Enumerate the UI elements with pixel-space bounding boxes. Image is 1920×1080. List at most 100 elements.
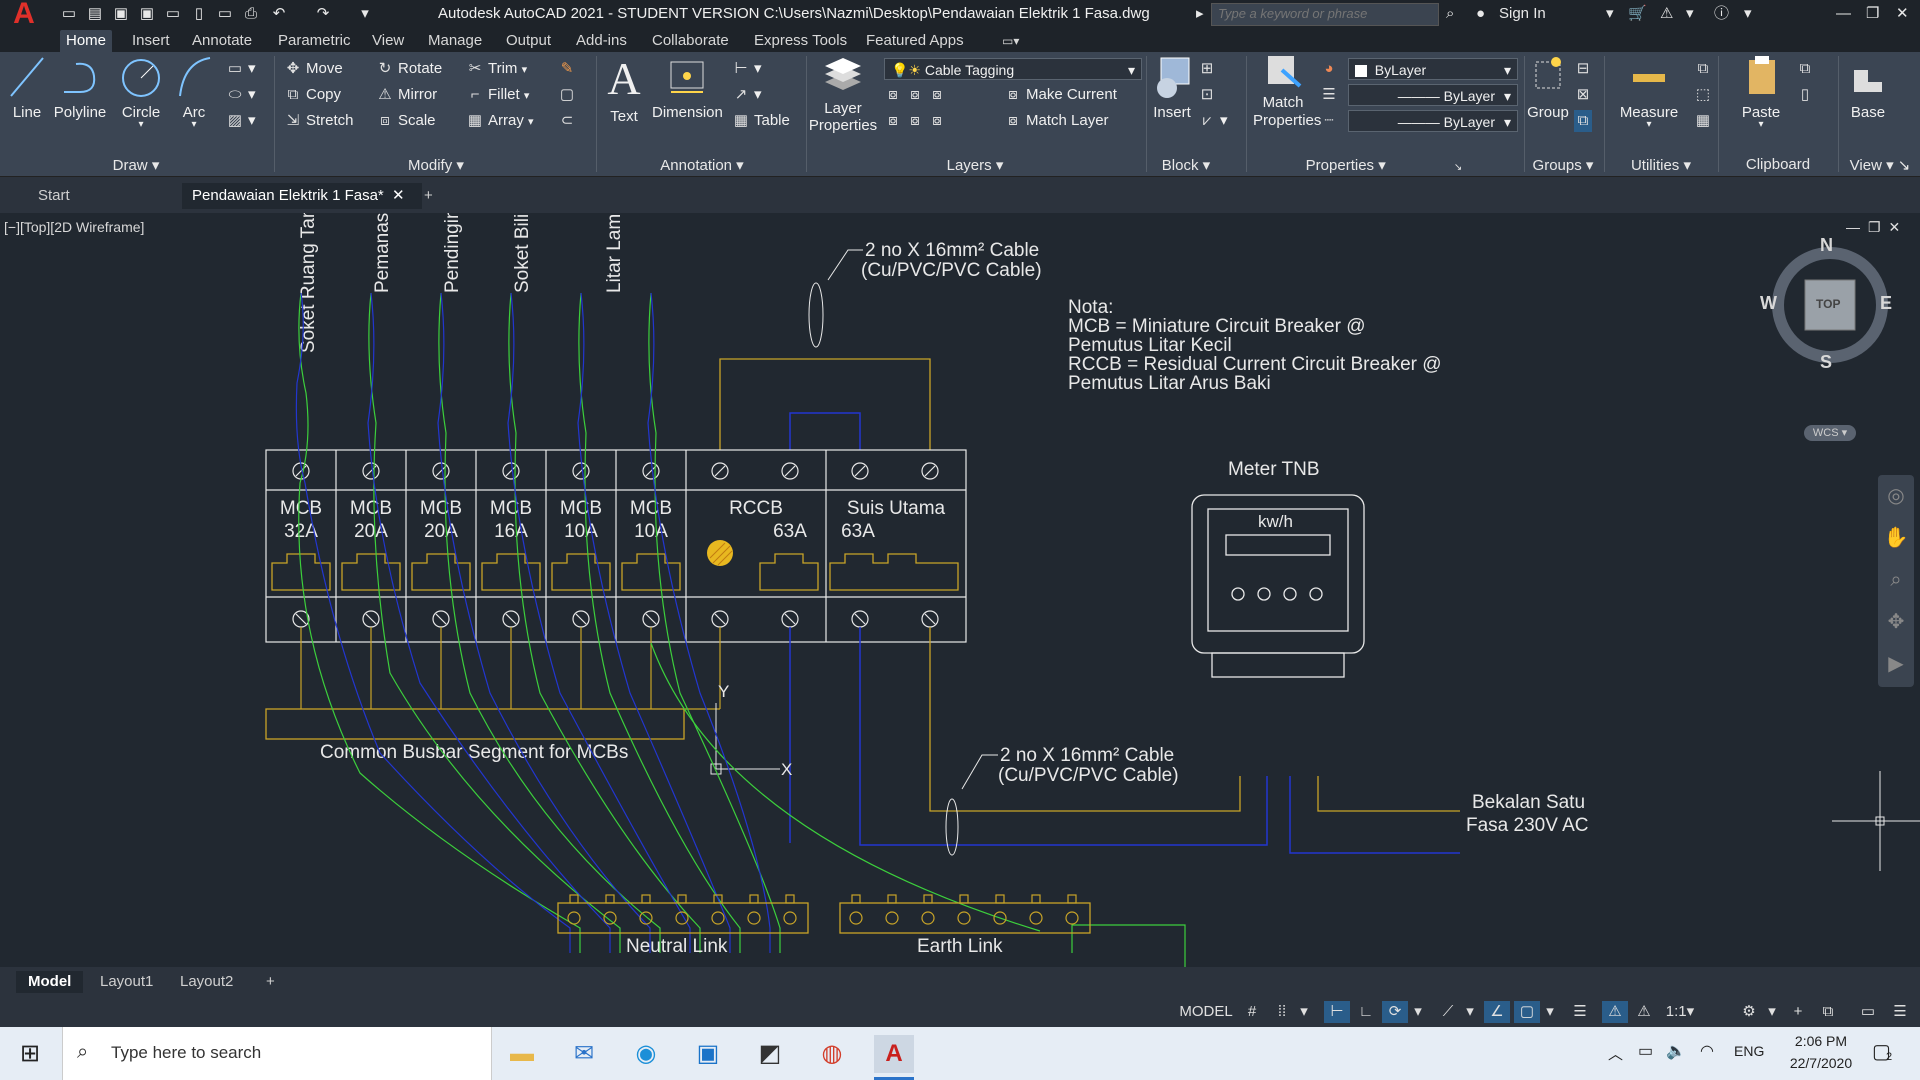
arc-dropdown-icon[interactable]: ▾ <box>172 120 216 130</box>
polar-dropdown-icon[interactable]: ▾ <box>1410 1001 1426 1023</box>
help-icon[interactable]: ⓘ <box>1714 3 1729 25</box>
compass-east[interactable]: E <box>1880 293 1892 314</box>
model-space-toggle[interactable]: MODEL <box>1178 1001 1234 1023</box>
group-edit-icon[interactable]: ⊠ <box>1574 84 1596 106</box>
snap-icon[interactable]: ⁞⁞ <box>1270 1001 1294 1023</box>
battery-icon[interactable]: ▭ <box>1638 1041 1653 1061</box>
keyword-search[interactable] <box>1211 3 1439 26</box>
color-dropdown[interactable]: ByLayer ▾ <box>1348 58 1518 80</box>
sign-in-dropdown-icon[interactable]: ▾ <box>1606 3 1614 25</box>
polyline-button[interactable]: Polyline <box>52 52 108 121</box>
share-icon[interactable]: ▯ <box>188 4 210 24</box>
lineweight-dropdown[interactable]: ——— ByLayer ▾ <box>1348 110 1518 132</box>
open-folder-icon[interactable]: ▤ <box>84 4 106 24</box>
viewcube-top-face[interactable]: TOP <box>1816 297 1840 311</box>
units-icon[interactable]: ⧉ <box>1816 1001 1840 1023</box>
polar-tracking-icon[interactable]: ⟳ <box>1382 1001 1408 1023</box>
create-block-icon[interactable]: ⊞ <box>1198 58 1220 80</box>
input-language[interactable]: ENG <box>1734 1043 1764 1059</box>
windows-start-icon[interactable]: ⊞ <box>10 1035 50 1073</box>
object-snap-dropdown-icon[interactable]: ▾ <box>1542 1001 1558 1023</box>
tab-featured-apps[interactable]: Featured Apps <box>860 30 970 52</box>
copy-button[interactable]: ⧉ Copy <box>284 84 341 106</box>
circle-button[interactable]: Circle ▾ <box>116 52 166 130</box>
select-all-icon[interactable]: ⬚ <box>1694 84 1716 106</box>
new-tab-icon[interactable]: + <box>414 183 443 209</box>
taskbar-search[interactable]: ⌕ Type here to search <box>62 1027 492 1080</box>
quick-select-icon[interactable]: ⧉ <box>1694 58 1716 80</box>
clean-screen-icon[interactable]: ▭ <box>1856 1001 1880 1023</box>
redo-icon[interactable]: ↷ <box>312 4 334 24</box>
clipboard-panel-title[interactable]: Clipboard <box>1720 156 1836 174</box>
insert-block-button[interactable]: Insert <box>1150 52 1194 121</box>
paste-dropdown-icon[interactable]: ▾ <box>1738 120 1784 130</box>
customize-quick-access-icon[interactable]: ▾ <box>354 4 376 24</box>
zoom-icon[interactable]: ⌕ <box>1878 559 1914 601</box>
compass-north[interactable]: N <box>1820 235 1833 256</box>
tab-parametric[interactable]: Parametric <box>272 30 357 52</box>
publish-icon[interactable]: ▭ <box>162 4 184 24</box>
line-button[interactable]: Line <box>6 52 48 121</box>
move-button[interactable]: ✥ Move <box>284 58 343 80</box>
layer-properties-button[interactable]: Layer Properties <box>808 52 878 134</box>
object-snap-tracking-icon[interactable]: ∠ <box>1484 1001 1510 1023</box>
ellipse-icon[interactable]: ⬭ ▾ <box>226 84 256 106</box>
annotation-scale[interactable]: 1:1▾ <box>1660 1001 1700 1023</box>
table-button[interactable]: ▦ Table <box>732 110 790 132</box>
undo-icon[interactable]: ↶ <box>268 4 290 24</box>
fillet-button[interactable]: ⌐ Fillet ▾ <box>466 84 530 106</box>
save-as-icon[interactable]: ▣ <box>136 4 158 24</box>
snap-dropdown-icon[interactable]: ▾ <box>1296 1001 1312 1023</box>
tab-add-ins[interactable]: Add-ins <box>570 30 633 52</box>
isodraft-dropdown-icon[interactable]: ▾ <box>1462 1001 1478 1023</box>
new-file-icon[interactable]: ▭ <box>58 4 80 24</box>
close-window-icon[interactable]: ✕ <box>1896 3 1909 25</box>
tab-collaborate[interactable]: Collaborate <box>646 30 735 52</box>
explode-icon[interactable]: ▢ <box>558 84 580 106</box>
offset-icon[interactable]: ⊂ <box>558 110 580 132</box>
compass-south[interactable]: S <box>1820 352 1832 373</box>
sign-in-link[interactable]: Sign In <box>1499 3 1546 25</box>
calculator-icon[interactable]: ▦ <box>1694 110 1716 132</box>
autoscale-icon[interactable]: ⚠ <box>1632 1001 1656 1023</box>
ribbon-minimize-icon[interactable]: ▭▾ <box>996 30 1025 52</box>
match-properties-button[interactable]: Match Properties <box>1250 52 1321 130</box>
match-layer-button[interactable]: ⧇ Match Layer <box>1004 110 1108 132</box>
file-explorer-icon[interactable]: ▬ <box>502 1035 542 1073</box>
edit-block-icon[interactable]: ⊡ <box>1198 84 1220 106</box>
draw-panel-title[interactable]: Draw ▾ <box>0 156 272 174</box>
search-icon[interactable]: ⌕ <box>1446 3 1454 25</box>
paste-button[interactable]: Paste ▾ <box>1738 52 1784 130</box>
help-dropdown-icon[interactable]: ▾ <box>1744 3 1752 25</box>
measure-dropdown-icon[interactable]: ▾ <box>1614 120 1684 130</box>
tab-output[interactable]: Output <box>500 30 557 52</box>
isodraft-icon[interactable]: ⟋ <box>1436 1001 1460 1023</box>
rotate-button[interactable]: ↻ Rotate <box>376 58 443 80</box>
erase-icon[interactable]: ✎ <box>558 58 580 80</box>
orbit-icon[interactable]: ✥ <box>1878 601 1914 643</box>
drawing-tab[interactable]: Pendawaian Elektrik 1 Fasa* ✕ <box>182 183 422 209</box>
close-tab-icon[interactable]: ✕ <box>392 187 405 204</box>
linetype-dropdown[interactable]: ——— ByLayer ▾ <box>1348 84 1518 106</box>
arc-button[interactable]: Arc ▾ <box>172 52 216 130</box>
layer-dropdown[interactable]: 💡☀ Cable Tagging ▾ <box>884 58 1142 80</box>
grid-icon[interactable]: # <box>1240 1001 1264 1023</box>
scale-button[interactable]: ⧈ Scale <box>376 110 435 132</box>
tab-home[interactable]: Home <box>60 30 113 52</box>
annotation-visibility-icon[interactable]: ⚠ <box>1602 1001 1628 1023</box>
group-button[interactable]: Group <box>1526 52 1570 121</box>
lineweight-toggle-icon[interactable]: ☰ <box>1568 1001 1592 1023</box>
layout2-tab[interactable]: Layout2 <box>168 971 245 993</box>
edge-browser-icon[interactable]: ◉ <box>626 1035 666 1073</box>
object-snap-icon[interactable]: ▢ <box>1514 1001 1540 1023</box>
rectangle-icon[interactable]: ▭ ▾ <box>226 58 256 80</box>
autocad-logo-button[interactable]: A <box>4 0 44 29</box>
store-icon[interactable]: ▣ <box>688 1035 728 1073</box>
groups-panel-title[interactable]: Groups ▾ <box>1526 156 1600 174</box>
properties-panel-title[interactable]: Properties ▾ ↘ <box>1248 156 1520 174</box>
group-selection-icon[interactable]: ⧉ <box>1574 110 1596 132</box>
tab-insert[interactable]: Insert <box>126 30 176 52</box>
trim-button[interactable]: ✂ Trim ▾ <box>466 58 527 80</box>
web-mobile-icon[interactable]: ▭ <box>214 4 236 24</box>
array-button[interactable]: ▦ Array ▾ <box>466 110 534 132</box>
